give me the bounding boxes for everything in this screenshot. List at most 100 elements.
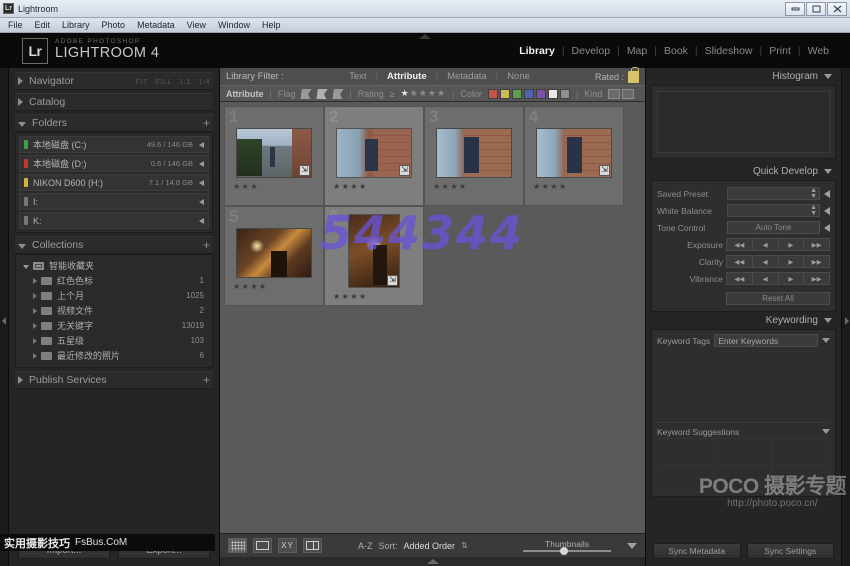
kind-master-photo-icon[interactable]: [608, 88, 621, 99]
publish-services-header[interactable]: Publish Services +: [15, 371, 213, 389]
menu-photo[interactable]: Photo: [102, 20, 126, 30]
crop-badge-icon[interactable]: ⇲: [399, 164, 410, 176]
chevron-left-icon[interactable]: [199, 160, 204, 167]
sort-value[interactable]: Added Order: [404, 541, 456, 551]
filmstrip-toggle-arrow[interactable]: [220, 557, 645, 566]
filter-tab-none[interactable]: None: [498, 71, 539, 82]
left-panel-scroll[interactable]: Navigator FIT FILL 1:1 1:4 Catalog Folde…: [9, 68, 219, 535]
zoom-fit[interactable]: FIT: [135, 77, 148, 86]
top-panel-toggle-arrow[interactable]: [419, 34, 431, 39]
chevron-left-icon[interactable]: [199, 179, 204, 186]
sort-direction-icon[interactable]: A-Z: [358, 541, 373, 551]
grid-cell[interactable]: 6 ⇲ ★★★★: [324, 206, 424, 306]
rating-stars[interactable]: ★★★★★: [401, 88, 446, 99]
zoom-1-1[interactable]: 1:1: [179, 77, 191, 86]
collection-item[interactable]: 视频文件 2: [19, 303, 209, 318]
sync-metadata-button[interactable]: Sync Metadata: [653, 543, 741, 559]
chevron-left-icon[interactable]: [824, 189, 830, 198]
collection-item[interactable]: 最近修改的照片 6: [19, 348, 209, 363]
cell-rating[interactable]: ★★★★: [533, 182, 568, 191]
collections-header[interactable]: Collections +: [15, 236, 213, 254]
collection-item[interactable]: 五星级 103: [19, 333, 209, 348]
histogram-header[interactable]: Histogram: [651, 68, 836, 85]
exposure-increase-big[interactable]: ▶▶: [803, 238, 830, 251]
flag-reject-icon[interactable]: [333, 89, 344, 99]
zoom-fill[interactable]: FILL: [155, 77, 172, 86]
chevron-down-icon[interactable]: [822, 338, 830, 343]
module-print[interactable]: Print: [762, 45, 798, 57]
grid-cell[interactable]: 5 ★★★★: [224, 206, 324, 306]
chevron-left-icon[interactable]: [199, 141, 204, 148]
exposure-stepper[interactable]: ◀◀ ◀ ▶ ▶▶: [726, 238, 830, 251]
vibrance-stepper[interactable]: ◀◀ ◀ ▶ ▶▶: [726, 272, 830, 285]
suggestion-slot[interactable]: [657, 439, 715, 466]
vibrance-decrease[interactable]: ◀: [751, 272, 779, 285]
exposure-decrease-big[interactable]: ◀◀: [726, 238, 753, 251]
color-swatch-purple[interactable]: [535, 88, 546, 99]
identity-plate[interactable]: Lr ADOBE PHOTOSHOP LIGHTROOM 4: [22, 37, 159, 64]
color-swatch-yellow[interactable]: [499, 88, 510, 99]
filter-tab-attribute[interactable]: Attribute: [378, 71, 436, 82]
grid-cell[interactable]: 3 ★★★★: [424, 106, 524, 206]
collection-item[interactable]: 无关键字 13019: [19, 318, 209, 333]
menu-file[interactable]: File: [8, 20, 23, 30]
collection-root[interactable]: 智能收藏夹: [19, 258, 209, 273]
histogram-panel[interactable]: [651, 85, 836, 159]
rating-operator[interactable]: ≥: [390, 89, 395, 99]
color-swatch-green[interactable]: [511, 88, 522, 99]
cell-rating[interactable]: ★★★★: [333, 182, 368, 191]
exposure-increase[interactable]: ▶: [777, 238, 805, 251]
add-collection-icon[interactable]: +: [203, 239, 210, 251]
color-swatch-white[interactable]: [547, 88, 558, 99]
add-folder-icon[interactable]: +: [203, 117, 210, 129]
keyword-suggestions-header[interactable]: Keyword Suggestions: [657, 422, 830, 438]
slider-track[interactable]: [523, 547, 611, 555]
white-balance-select[interactable]: ▲ ▼: [727, 204, 820, 217]
zoom-1-4[interactable]: 1:4: [198, 77, 210, 86]
grid-cell[interactable]: 4 ⇲ ★★★★: [524, 106, 624, 206]
cell-rating[interactable]: ★★★★: [233, 282, 268, 291]
cell-rating[interactable]: ★★★★: [333, 292, 368, 301]
keyword-input[interactable]: Enter Keywords: [714, 334, 818, 347]
chevron-left-icon[interactable]: [199, 217, 204, 224]
crop-badge-icon[interactable]: ⇲: [299, 164, 310, 176]
thumbnail[interactable]: ⇲: [236, 127, 312, 178]
crop-badge-icon[interactable]: ⇲: [387, 274, 398, 286]
chevron-left-icon[interactable]: [824, 206, 830, 215]
chevron-left-icon[interactable]: [199, 198, 204, 205]
folders-header[interactable]: Folders +: [15, 114, 213, 132]
module-book[interactable]: Book: [657, 45, 695, 57]
thumbnail[interactable]: [236, 227, 312, 278]
suggestion-slot[interactable]: [772, 465, 830, 492]
folder-row[interactable]: NIKON D600 (H:) 7.1 / 14.8 GB: [19, 174, 209, 191]
clarity-increase-big[interactable]: ▶▶: [803, 255, 830, 268]
collection-item[interactable]: 上个月 1025: [19, 288, 209, 303]
crop-badge-icon[interactable]: ⇲: [599, 164, 610, 176]
collection-item[interactable]: 红色色标 1: [19, 273, 209, 288]
module-web[interactable]: Web: [801, 45, 836, 57]
color-swatch-blue[interactable]: [523, 88, 534, 99]
toolbar-options-chevron-icon[interactable]: [627, 542, 637, 549]
menu-help[interactable]: Help: [262, 20, 281, 30]
kind-virtual-copy-icon[interactable]: [622, 88, 635, 99]
folder-row[interactable]: I:: [19, 193, 209, 210]
grid-view[interactable]: 1 ⇲ ★★★ 2 ⇲ ★★★★ 3 ★★★★ 4 ⇲ ★★★★ 5 ★★★★ …: [220, 102, 645, 533]
sort-stepper-icon[interactable]: ⇅: [461, 541, 468, 550]
clarity-decrease[interactable]: ◀: [751, 255, 779, 268]
menu-metadata[interactable]: Metadata: [137, 20, 175, 30]
catalog-header[interactable]: Catalog: [15, 93, 213, 111]
folder-row[interactable]: 本地磁盘 (D:) 0.6 / 146 GB: [19, 155, 209, 172]
vibrance-decrease-big[interactable]: ◀◀: [726, 272, 753, 285]
left-panel-collapse-handle[interactable]: [0, 68, 9, 566]
menu-view[interactable]: View: [187, 20, 206, 30]
slider-knob[interactable]: [559, 547, 568, 555]
suggestion-slot[interactable]: [772, 439, 830, 466]
thumbnail-size-slider[interactable]: Thumbnails: [521, 539, 613, 555]
grid-cell[interactable]: 1 ⇲ ★★★: [224, 106, 324, 206]
module-library[interactable]: Library: [512, 45, 562, 57]
suggestion-slot[interactable]: [714, 465, 773, 492]
folder-row[interactable]: K:: [19, 212, 209, 229]
auto-tone-button[interactable]: Auto Tone: [727, 221, 820, 234]
navigator-header[interactable]: Navigator FIT FILL 1:1 1:4: [15, 72, 213, 90]
reset-all-button[interactable]: Reset All: [726, 292, 830, 305]
